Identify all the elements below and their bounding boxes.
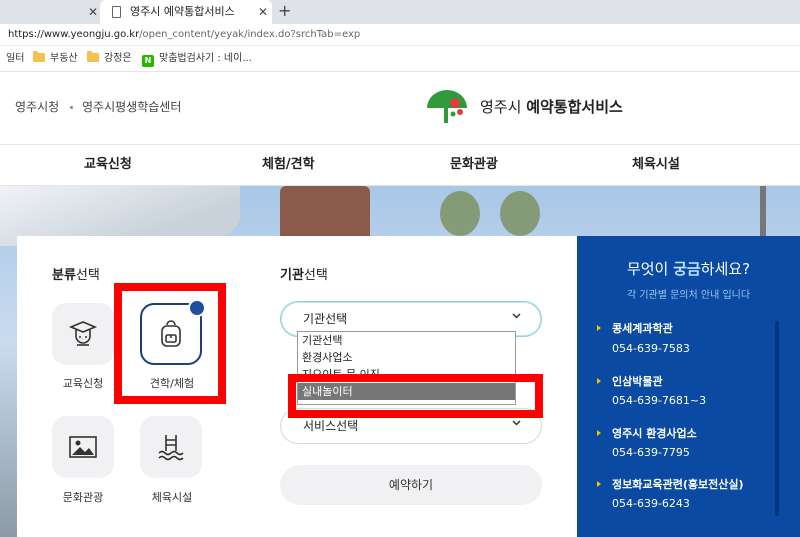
- hero-tree: [440, 191, 480, 236]
- close-icon[interactable]: ✕: [88, 0, 98, 24]
- bookmark-item[interactable]: 일터: [6, 46, 24, 72]
- bullet-icon: [597, 325, 601, 331]
- main-navigation: 교육신청 체험/견학 문화관광 체육시설: [0, 144, 800, 186]
- contact-phone: 054-639-6243: [612, 497, 690, 510]
- browser-tab-bar: ✕ 영주시 예약통합서비스 ✕ +: [0, 0, 800, 24]
- nav-item-culture[interactable]: 문화관광: [450, 145, 498, 185]
- site-header: 영주시청 영주시평생학습센터 영주시 예약통합서비스: [0, 72, 800, 144]
- bookmark-label: 강정은: [104, 53, 132, 64]
- contact-name: 콩세계과학관: [612, 322, 673, 335]
- booking-card: 분류선택 교육신청 견학/체험 문화관광 체육시설 기관선택 기관선택 서비스선…: [17, 236, 577, 537]
- annotation-box-category: [114, 283, 226, 404]
- active-tab[interactable]: 영주시 예약통합서비스 ✕: [100, 0, 272, 24]
- chevron-down-icon: [512, 420, 521, 426]
- bookmark-folder[interactable]: 강정은: [87, 46, 132, 72]
- hero-building: [280, 186, 370, 236]
- bookmark-folder[interactable]: 부동산: [33, 46, 78, 72]
- contact-panel-subtitle: 각 기관별 문의처 안내 입니다: [626, 290, 751, 301]
- util-separator: [70, 106, 73, 109]
- hero-tree: [500, 191, 540, 236]
- logo-service: 예약통합서비스: [526, 98, 623, 116]
- contact-panel: 무엇이 궁금하세요? 각 기관별 문의처 안내 입니다 콩세계과학관 054-6…: [577, 236, 800, 537]
- url-path: /open_content/yeyak/index.do?srchTab=exp: [139, 29, 361, 40]
- category-culture[interactable]: [52, 416, 114, 478]
- folder-icon: [33, 51, 45, 62]
- chevron-down-icon: [512, 313, 521, 319]
- title-highlight: 궁금: [673, 260, 701, 278]
- contact-name: 영주시 환경사업소: [612, 427, 697, 440]
- contact-panel-title: 무엇이 궁금하세요?: [577, 258, 800, 279]
- dropdown-option[interactable]: 환경사업소: [298, 349, 515, 366]
- title-post: 하세요?: [700, 260, 751, 278]
- bookmark-item[interactable]: N 맞춤법검사기 : 네이...: [142, 46, 252, 72]
- nav-item-education[interactable]: 교육신청: [84, 145, 132, 185]
- new-tab-button[interactable]: +: [278, 0, 291, 22]
- category-title-rest: 선택: [75, 268, 100, 283]
- category-title-bold: 분류: [52, 268, 76, 283]
- page-icon: [112, 6, 121, 18]
- bookmark-label: 맞춤법검사기 : 네이...: [159, 53, 252, 64]
- util-link-learning-center[interactable]: 영주시평생학습센터: [82, 72, 181, 142]
- bullet-icon: [597, 481, 601, 487]
- contact-scrollbar[interactable]: [775, 321, 779, 516]
- bookmarks-bar: 일터 부동산 강정은 N 맞춤법검사기 : 네이...: [0, 46, 800, 72]
- bookmark-label: 부동산: [50, 53, 78, 64]
- address-bar[interactable]: https://www.yeongju.go.kr/open_content/y…: [0, 24, 800, 46]
- tab-title: 영주시 예약통합서비스: [130, 5, 235, 18]
- url-domain: https://www.yeongju.go.kr: [8, 29, 140, 40]
- category-sports[interactable]: [140, 416, 202, 478]
- contact-name: 인삼박물관: [612, 375, 663, 388]
- institution-title: 기관선택: [280, 264, 328, 283]
- nav-item-experience[interactable]: 체험/견학: [262, 145, 315, 185]
- contact-phone: 054-639-7583: [612, 342, 690, 355]
- util-link-cityhall[interactable]: 영주시청: [15, 72, 59, 142]
- logo-icon[interactable]: [425, 90, 469, 126]
- reserve-button[interactable]: 예약하기: [280, 465, 542, 505]
- category-label: 문화관광: [62, 491, 104, 504]
- folder-icon: [87, 51, 99, 62]
- contact-phone: 054-639-7681~3: [612, 394, 707, 407]
- site-logo-text[interactable]: 영주시 예약통합서비스: [480, 72, 623, 142]
- graduate-icon: [68, 321, 98, 346]
- logo-city: 영주시: [480, 98, 522, 116]
- previous-tab[interactable]: ✕: [0, 0, 100, 24]
- naver-icon: N: [142, 55, 154, 67]
- contact-name: 정보화교육관련(홍보전산실): [612, 478, 744, 491]
- category-education[interactable]: [52, 303, 114, 365]
- category-title: 분류선택: [52, 264, 100, 283]
- institution-title-bold: 기관: [280, 268, 304, 283]
- swimming-pool-icon: [158, 435, 184, 461]
- dropdown-option[interactable]: 기관선택: [298, 332, 515, 349]
- bullet-icon: [597, 430, 601, 436]
- bullet-icon: [597, 378, 601, 384]
- contact-phone: 054-639-7795: [612, 446, 690, 459]
- landscape-icon: [69, 436, 97, 458]
- annotation-box-option: [288, 374, 543, 418]
- category-label: 체육시설: [151, 491, 193, 504]
- url-text: https://www.yeongju.go.kr/open_content/y…: [8, 24, 360, 46]
- close-icon[interactable]: ✕: [258, 0, 268, 24]
- nav-item-sports[interactable]: 체육시설: [632, 145, 680, 185]
- institution-title-rest: 선택: [303, 268, 328, 283]
- title-pre: 무엇이: [626, 260, 674, 278]
